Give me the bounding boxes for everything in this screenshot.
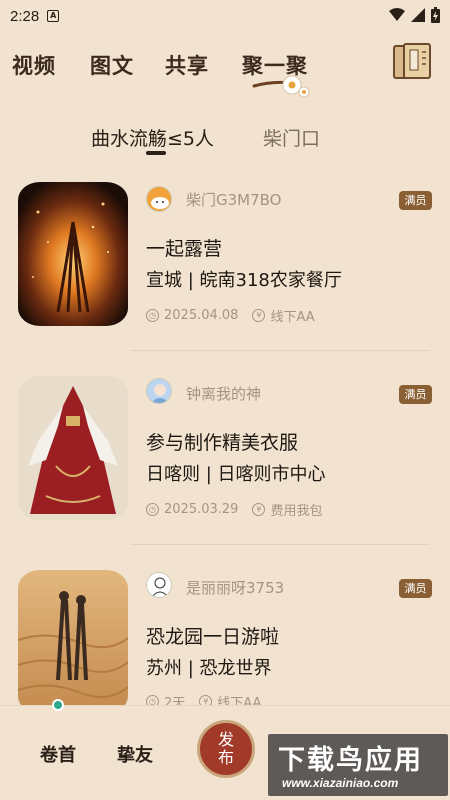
sub-tab-chaimenkou[interactable]: 柴门口 xyxy=(263,124,320,151)
clock-icon: ◷ xyxy=(146,503,159,516)
sub-tab-small-group[interactable]: 曲水流觞≤5人 xyxy=(91,124,214,151)
card-location: 日喀则 | 日喀则市中心 xyxy=(146,464,326,485)
tab-share[interactable]: 共享 xyxy=(165,50,209,80)
online-dot xyxy=(52,699,64,711)
status-badge: 满员 xyxy=(399,191,432,210)
avatar[interactable] xyxy=(146,572,172,598)
status-time: 2:28 xyxy=(10,7,40,25)
card-location: 宣城 | 皖南318农家餐厅 xyxy=(146,270,342,291)
card-date: 2025.04.08 xyxy=(164,308,239,323)
bottom-tab-home[interactable]: 卷首 xyxy=(40,741,76,767)
yen-icon: ¥ xyxy=(252,309,266,322)
list-item[interactable]: 柴门G3M7BO 满员 一起露营 宣城 | 皖南318农家餐厅 ◷ 2025.0… xyxy=(0,180,450,375)
card-fee: 线下AA xyxy=(270,310,315,325)
watermark-url: www.xiazainiao.com xyxy=(282,776,399,790)
card-meta: ◷ 2025.03.29 ¥ 费用我包 xyxy=(146,500,322,519)
flower-branch-icon xyxy=(252,75,310,98)
publish-label-2: 布 xyxy=(217,748,234,767)
username[interactable]: 是丽丽呀3753 xyxy=(186,577,284,598)
top-nav: 视频 图文 共享 聚一聚 xyxy=(0,44,450,104)
card-meta: ◷ 2025.04.08 ¥ 线下AA xyxy=(146,306,315,325)
username[interactable]: 柴门G3M7BO xyxy=(186,189,282,210)
signal-icon xyxy=(411,8,425,22)
card-location: 苏州 | 恐龙世界 xyxy=(146,658,272,679)
card-image-campfire xyxy=(18,182,128,326)
avatar[interactable] xyxy=(146,378,172,404)
publish-button[interactable]: 发 布 xyxy=(197,720,255,778)
status-badge: 满员 xyxy=(399,385,432,404)
card-fee: 费用我包 xyxy=(270,504,323,519)
publish-label-1: 发 xyxy=(217,730,234,749)
clock-icon: ◷ xyxy=(146,309,159,322)
divider xyxy=(130,350,430,351)
avatar[interactable] xyxy=(146,186,172,212)
watermark-title: 下载鸟应用 xyxy=(278,745,423,776)
status-badge: 满员 xyxy=(399,579,432,598)
status-bar: 2:28 A xyxy=(0,0,450,32)
card-image-dress xyxy=(18,376,128,520)
card-title: 恐龙园一日游啦 xyxy=(146,626,280,648)
book-icon[interactable] xyxy=(390,42,432,82)
card-date: 2025.03.29 xyxy=(164,502,239,517)
card-title: 一起露营 xyxy=(146,238,223,260)
list-item[interactable]: 钟离我的神 满员 参与制作精美衣服 日喀则 | 日喀则市中心 ◷ 2025.03… xyxy=(0,374,450,569)
tab-image-text[interactable]: 图文 xyxy=(90,50,134,80)
sub-tabs: 曲水流觞≤5人 柴门口 xyxy=(0,118,450,166)
sub-tab-indicator xyxy=(146,151,166,155)
wifi-icon xyxy=(389,8,405,21)
notification-a-icon: A xyxy=(47,10,60,22)
watermark: 下载鸟应用 www.xiazainiao.com xyxy=(268,734,448,796)
divider xyxy=(130,544,430,545)
username[interactable]: 钟离我的神 xyxy=(186,383,261,404)
battery-icon xyxy=(431,7,440,23)
bottom-tab-friends[interactable]: 挚友 xyxy=(117,741,153,767)
card-title: 参与制作精美衣服 xyxy=(146,432,299,454)
tab-video[interactable]: 视频 xyxy=(12,50,56,80)
yen-icon: ¥ xyxy=(252,503,266,516)
card-image-desert xyxy=(18,570,128,714)
